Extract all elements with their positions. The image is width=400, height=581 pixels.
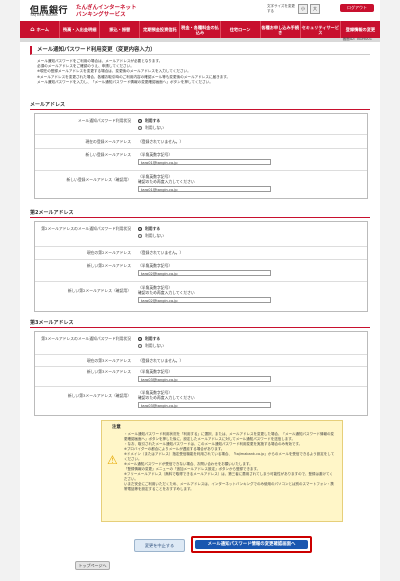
font-size-large-button[interactable]: 大 xyxy=(310,4,320,14)
divider xyxy=(35,148,367,149)
font-size-small-button[interactable]: 小 xyxy=(298,4,308,14)
confirm-email-input[interactable]: taro01@tangin.co.jp xyxy=(138,186,271,192)
confirm-button-highlight: メール通知パスワード情報の変更確認画面へ xyxy=(191,536,312,553)
status-label: 第2メールアドレスのメール通知パスワード利用状況 xyxy=(41,226,131,231)
section-email: メール通知パスワード利用状況 利用する 利用しない 現在の登録メールアドレス （… xyxy=(34,113,368,199)
confirm-email3-input[interactable]: taro03@tangin.co.jp xyxy=(138,402,271,408)
new-email-input[interactable]: taro01@tangin.co.jp xyxy=(138,159,271,165)
logout-button[interactable]: ログアウト xyxy=(340,4,374,12)
radio-nouse[interactable]: 利用しない xyxy=(138,343,164,348)
nav-item-home[interactable]: ⌂ ホーム xyxy=(20,21,61,38)
section-email2: 第2メールアドレスのメール通知パスワード利用状況 利用する 利用しない 現在の第… xyxy=(34,221,368,312)
screen-id: 画面ID：BOH001 xyxy=(342,37,372,41)
nav-item-deposit[interactable]: 定期預金投資信託 xyxy=(140,21,181,38)
radio-use-indicator[interactable] xyxy=(138,227,142,231)
nav-item-loan[interactable]: 住宅ローン xyxy=(221,21,261,38)
notice-list: ・メール通知パスワード利用状況を「利用する」に選択、または、メールアドレスを変更… xyxy=(124,432,336,492)
intro-text: メール通知パスワードをご利用の場合は、メールアドレスが必要となります。 必須のメ… xyxy=(37,59,231,84)
radio-nouse-indicator[interactable] xyxy=(138,344,142,348)
radio-use[interactable]: 利用する xyxy=(138,118,160,123)
warning-icon: ⚠ xyxy=(107,453,118,467)
divider xyxy=(35,259,367,260)
nav-subbar xyxy=(20,38,380,42)
notice-title: 注意 xyxy=(112,425,121,430)
radio-nouse[interactable]: 利用しない xyxy=(138,125,164,130)
divider xyxy=(35,281,367,282)
radio-nouse-indicator[interactable] xyxy=(138,126,142,130)
nav-item-balance[interactable]: 残高・入出金明細 xyxy=(60,21,101,38)
notice-item: ※ドメイン（またはアドレス）指定受信機能を利用されている場合、「tajimaba… xyxy=(124,452,335,461)
confirm-button[interactable]: メール通知パスワード情報の変更確認画面へ xyxy=(195,540,308,549)
section-title-email: メールアドレス xyxy=(30,101,370,110)
service-name-line2: バンキングサービス xyxy=(76,12,126,18)
divider xyxy=(35,354,367,355)
notice-box: 注意 ⚠ ・メール通知パスワード利用状況を「利用する」に選択、または、メールアド… xyxy=(101,420,343,522)
section-title-email2: 第2メールアドレス xyxy=(30,209,370,218)
radio-nouse-indicator[interactable] xyxy=(138,234,142,238)
status-label: 第3メールアドレスのメール通知パスワード利用状況 xyxy=(41,336,131,341)
status-label: メール通知パスワード利用状況 xyxy=(77,118,131,123)
new-email3-input[interactable]: taro03@tangin.co.jp xyxy=(138,376,271,382)
home-icon: ⌂ xyxy=(30,26,35,33)
divider xyxy=(35,246,367,247)
radio-use-indicator[interactable] xyxy=(138,337,142,341)
bank-logo-roman: TAJIMA BANK xyxy=(30,13,59,17)
notice-item: ※フリーメールアドレス（無料で取得できるメールアドレス）は、第三者に悪用されてし… xyxy=(124,472,333,481)
notice-item: いまだ安全にご利用いただくため、メールアドレスは、インターネットバンキングでのみ… xyxy=(124,482,334,491)
nav-item-settings[interactable]: 登録情報の変更 xyxy=(341,21,380,38)
notice-item: ・メール通知パスワード利用状況を「利用する」に選択、または、メールアドレスを変更… xyxy=(124,432,334,441)
divider xyxy=(35,170,367,171)
new-email2-input[interactable]: taro02@tangin.co.jp xyxy=(138,270,271,276)
divider xyxy=(35,386,367,387)
section-email3: 第3メールアドレスのメール通知パスワード利用状況 利用する 利用しない 現在の第… xyxy=(34,331,368,416)
top-page-button[interactable]: トップページへ xyxy=(75,561,110,570)
main-nav: ⌂ ホーム 残高・入出金明細 振込・振替 定期預金投資信託 税金・各種料金の払込み… xyxy=(20,21,380,38)
confirm-email2-input[interactable]: taro02@tangin.co.jp xyxy=(138,297,271,303)
site-header: 但馬銀行 TAJIMA BANK たんぎんインターネット バンキングサービス 文… xyxy=(20,0,380,21)
radio-use[interactable]: 利用する xyxy=(138,226,160,231)
radio-use-indicator[interactable] xyxy=(138,119,142,123)
page-container: 但馬銀行 TAJIMA BANK たんぎんインターネット バンキングサービス 文… xyxy=(20,0,380,581)
nav-item-applications[interactable]: 各種お申し込み手続き xyxy=(261,21,301,38)
nav-item-transfer[interactable]: 振込・振替 xyxy=(100,21,141,38)
nav-item-payment[interactable]: 税金・各種料金の払込み xyxy=(180,21,221,38)
nav-item-security[interactable]: セキュリティサービス xyxy=(301,21,341,38)
divider xyxy=(35,366,367,367)
page-title: メール通知パスワード利用変更（変更内容入力） xyxy=(30,46,370,55)
cancel-button[interactable]: 変更を中止する xyxy=(134,539,185,552)
font-size-label: 文字サイズを変更する xyxy=(267,4,295,13)
divider xyxy=(35,134,367,135)
section-title-email3: 第3メールアドレス xyxy=(30,319,370,328)
radio-nouse[interactable]: 利用しない xyxy=(138,233,164,238)
radio-use[interactable]: 利用する xyxy=(138,336,160,341)
